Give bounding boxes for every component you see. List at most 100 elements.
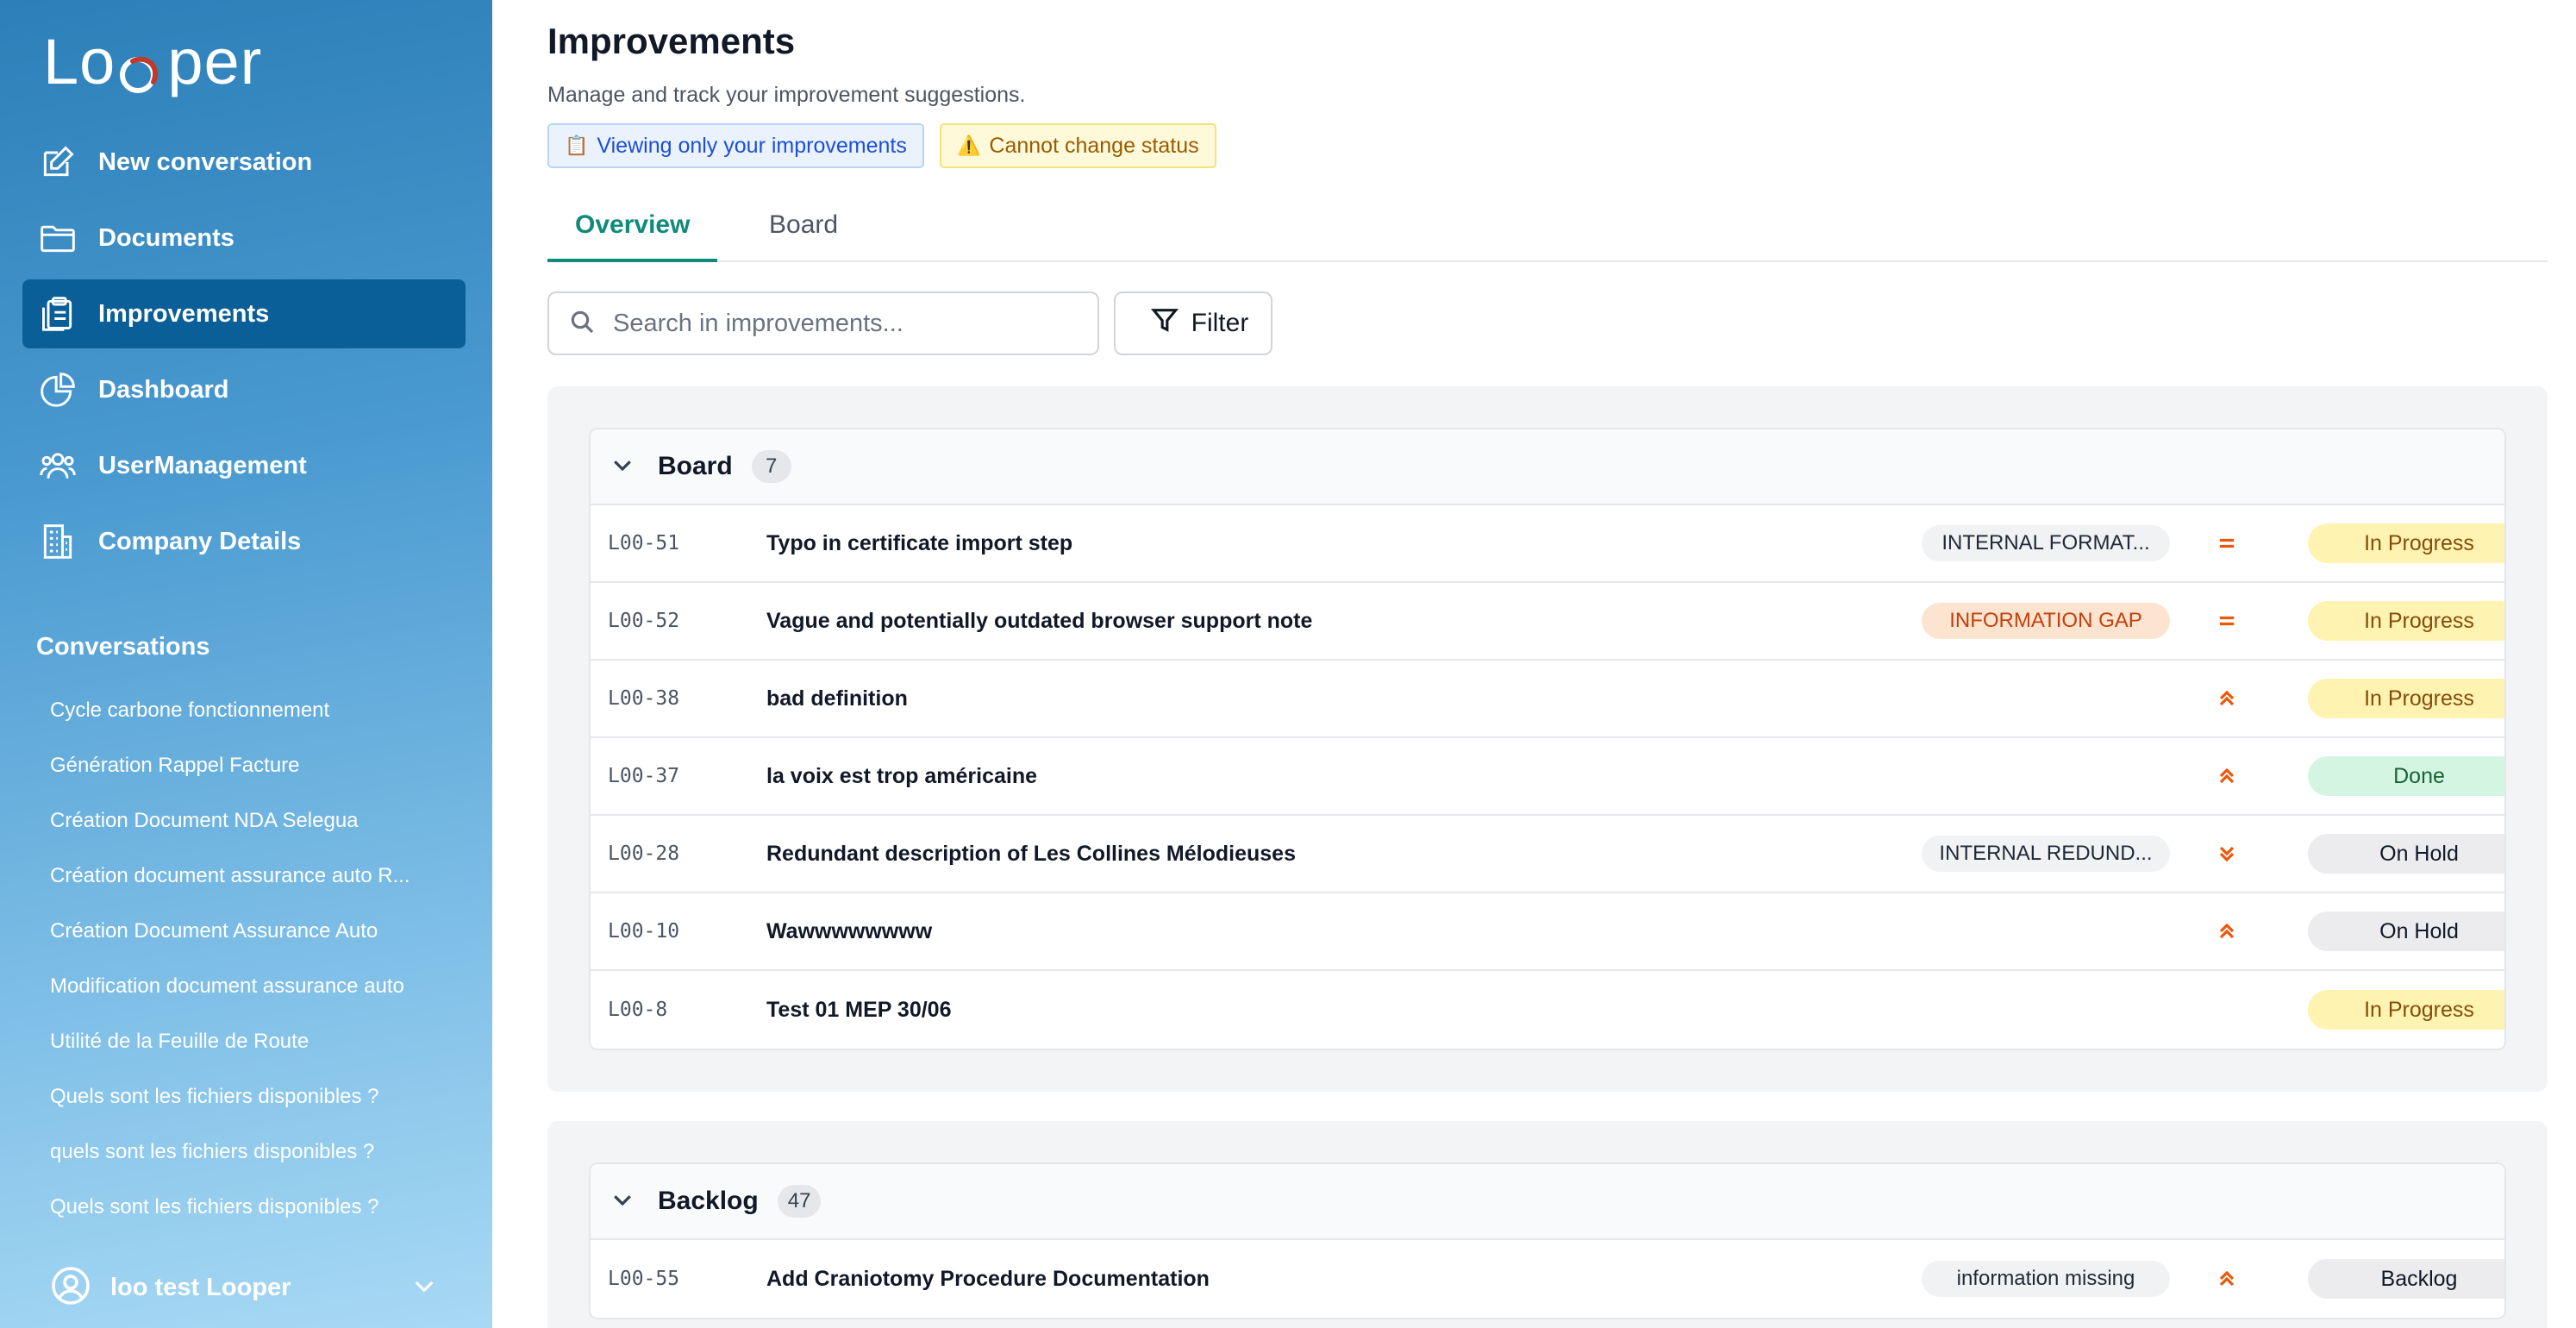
status-badge: Done	[2308, 756, 2504, 796]
main-content: Improvements Manage and track your impro…	[547, 0, 2548, 1328]
logo[interactable]: Lo per	[43, 22, 262, 100]
conversation-item[interactable]: Cycle carbone fonctionnement	[50, 693, 455, 749]
sidebar-item-usermanagement[interactable]: UserManagement	[22, 431, 466, 500]
table-row[interactable]: L00-37 la voix est trop américaine Done	[591, 738, 2504, 816]
table-row[interactable]: L00-51 Typo in certificate import step INT…	[591, 505, 2504, 583]
clipboard-icon	[38, 294, 78, 334]
users-icon	[38, 446, 78, 485]
clipboard-emoji-icon: 📋	[565, 135, 589, 156]
conversation-item[interactable]: Modification document assurance auto	[50, 969, 455, 1024]
status-badge: In Progress	[2308, 523, 2504, 563]
status-badge: In Progress	[2308, 679, 2504, 718]
search-icon	[568, 308, 596, 340]
improvement-title: Wawwwwwwww	[766, 918, 933, 943]
viewing-only-notice: 📋 Viewing only your improvements	[547, 123, 924, 168]
priority-medium-icon	[2211, 605, 2242, 636]
conversation-item[interactable]: Création document assurance auto R...	[50, 859, 455, 914]
pencil-square-icon	[38, 142, 78, 182]
sidebar-item-dashboard[interactable]: Dashboard	[22, 355, 466, 424]
conversation-item[interactable]: Création Document Assurance Auto	[50, 914, 455, 969]
table-row[interactable]: L00-52 Vague and potentially outdated bro…	[591, 583, 2504, 661]
search-input[interactable]	[613, 309, 1079, 338]
group-board: Board 7 L00-51 Typo in certificate import…	[589, 428, 2506, 1050]
improvement-title: Test 01 MEP 30/06	[766, 997, 952, 1022]
improvement-id: L00-8	[608, 999, 668, 1021]
chevron-down-icon[interactable]	[410, 1272, 438, 1304]
sidebar-item-documents[interactable]: Documents	[22, 204, 466, 272]
sidebar-item-label: New conversation	[98, 147, 313, 176]
cannot-change-status-notice: ⚠️ Cannot change status	[940, 123, 1216, 168]
logo-ring-icon	[117, 41, 166, 93]
sidebar-nav: New conversation Documents Improvements …	[22, 128, 466, 583]
priority-low-icon	[2211, 838, 2242, 869]
group-panel-backlog: Backlog 47 L00-55 Add Craniotomy Procedur…	[547, 1121, 2548, 1328]
filter-icon	[1150, 305, 1179, 341]
improvement-title: Vague and potentially outdated browser s…	[766, 608, 1313, 633]
group-header[interactable]: Board 7	[591, 429, 2504, 505]
chevron-down-icon[interactable]	[610, 1187, 635, 1217]
app-root: Lo per New conversation Documents Improv…	[0, 0, 2576, 1328]
filter-button[interactable]: Filter	[1114, 291, 1272, 355]
viewing-only-text: Viewing only your improvements	[597, 133, 907, 158]
status-badge: In Progress	[2308, 601, 2504, 641]
status-badge: On Hold	[2308, 911, 2504, 951]
sidebar-item-label: Company Details	[98, 527, 302, 555]
improvement-id: L00-52	[608, 610, 680, 632]
improvement-title: la voix est trop américaine	[766, 763, 1038, 788]
table-row[interactable]: L00-10 Wawwwwwwww On Hold	[591, 893, 2504, 971]
conversation-item[interactable]: Quels sont les fichiers disponibles ?	[50, 1080, 455, 1135]
sidebar: Lo per New conversation Documents Improv…	[0, 0, 492, 1328]
group-name: Board	[658, 452, 733, 480]
table-row[interactable]: L00-28 Redundant description of Les Colli…	[591, 816, 2504, 893]
improvement-title: Typo in certificate import step	[766, 530, 1073, 555]
improvement-id: L00-28	[608, 843, 680, 865]
user-circle-icon	[50, 1265, 91, 1311]
improvement-id: L00-38	[608, 687, 680, 710]
category-tag: information missing	[1922, 1261, 2170, 1297]
sidebar-item-label: UserManagement	[98, 451, 307, 479]
conversation-item[interactable]: Génération Rappel Facture	[50, 749, 455, 804]
building-icon	[38, 522, 78, 561]
improvement-id: L00-51	[608, 532, 680, 554]
conversation-item[interactable]: Création Document NDA Selegua	[50, 804, 455, 859]
conversation-item[interactable]: quels sont les fichiers disponibles ?	[50, 1135, 455, 1190]
status-badge: On Hold	[2308, 834, 2504, 874]
priority-high-icon	[2211, 916, 2242, 947]
sidebar-item-improvements[interactable]: Improvements	[22, 279, 466, 348]
improvement-id: L00-55	[608, 1268, 680, 1290]
warning-icon: ⚠️	[957, 135, 981, 156]
table-row[interactable]: L00-38 bad definition In Progress	[591, 661, 2504, 738]
logo-text-right: per	[167, 25, 263, 97]
group-count-badge: 7	[751, 450, 791, 483]
improvement-title: bad definition	[766, 686, 908, 711]
user-name: loo test Looper	[110, 1273, 291, 1301]
priority-high-icon	[2211, 1263, 2242, 1294]
user-menu[interactable]: loo test Looper	[50, 1264, 438, 1311]
conversations-list: Cycle carbone fonctionnement Génération …	[50, 693, 455, 1245]
tab-overview[interactable]: Overview	[547, 198, 718, 262]
improvement-id: L00-10	[608, 920, 680, 943]
conversation-item[interactable]: Utilité de la Feuille de Route	[50, 1024, 455, 1080]
group-rows: L00-55 Add Craniotomy Procedure Documenta…	[591, 1240, 2504, 1318]
sidebar-item-company-details[interactable]: Company Details	[22, 507, 466, 576]
group-backlog: Backlog 47 L00-55 Add Craniotomy Procedur…	[589, 1162, 2506, 1319]
sidebar-item-label: Improvements	[98, 299, 270, 328]
table-row[interactable]: L00-55 Add Craniotomy Procedure Documenta…	[591, 1240, 2504, 1318]
tab-board[interactable]: Board	[741, 198, 866, 262]
improvement-id: L00-37	[608, 765, 680, 787]
search-box	[547, 291, 1099, 355]
sidebar-item-new-conversation[interactable]: New conversation	[22, 128, 466, 197]
folder-icon	[38, 218, 78, 258]
status-badge: Backlog	[2308, 1259, 2504, 1299]
group-count-badge: 47	[777, 1185, 822, 1218]
priority-medium-icon	[2211, 528, 2242, 559]
table-row[interactable]: L00-8 Test 01 MEP 30/06 In Progress	[591, 971, 2504, 1049]
chevron-down-icon[interactable]	[610, 452, 635, 482]
group-rows: L00-51 Typo in certificate import step INT…	[591, 505, 2504, 1049]
sidebar-item-label: Dashboard	[98, 375, 229, 404]
group-header[interactable]: Backlog 47	[591, 1164, 2504, 1240]
conversations-heading: Conversations	[36, 633, 210, 661]
conversation-item[interactable]: Quels sont les fichiers disponibles ?	[50, 1190, 455, 1245]
logo-text-left: Lo	[43, 25, 116, 97]
page-title: Improvements	[547, 21, 796, 61]
